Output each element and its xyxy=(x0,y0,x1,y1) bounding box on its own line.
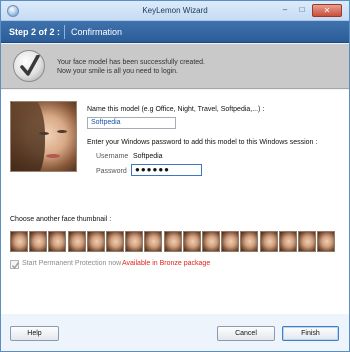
password-prompt: Enter your Windows password to add this … xyxy=(87,139,318,146)
button-bar: Help Cancel Finish xyxy=(1,314,349,351)
face-thumbnail[interactable] xyxy=(86,231,105,252)
step-number: Step 2 of 2 : xyxy=(9,27,61,37)
close-button[interactable]: ✕ xyxy=(312,4,342,17)
face-thumbnail[interactable] xyxy=(182,231,201,252)
success-banner: Your face model has been successfully cr… xyxy=(1,44,349,89)
face-thumbnail[interactable] xyxy=(278,231,297,252)
permanent-protection-checkbox[interactable] xyxy=(10,260,20,270)
permanent-protection-label: Start Permanent Protection now xyxy=(22,260,122,267)
face-thumbnail[interactable] xyxy=(240,231,259,252)
model-name-input[interactable]: Softpedia xyxy=(87,117,176,129)
banner-message-line1: Your face model has been successfully cr… xyxy=(57,59,205,66)
wizard-window: KeyLemon Wizard – □ ✕ Step 2 of 2 : Conf… xyxy=(0,0,350,352)
face-thumbnail[interactable] xyxy=(144,231,163,252)
face-thumbnail[interactable] xyxy=(106,231,124,252)
minimize-button[interactable]: – xyxy=(277,4,293,17)
step-header: Step 2 of 2 : Confirmation xyxy=(1,21,349,43)
password-input[interactable]: ●●●●●● xyxy=(131,164,202,176)
finish-button[interactable]: Finish xyxy=(282,326,339,341)
step-divider xyxy=(64,25,65,39)
face-thumbnail[interactable] xyxy=(259,231,278,252)
cancel-button[interactable]: Cancel xyxy=(217,326,275,341)
step-title: Confirmation xyxy=(71,27,123,37)
face-thumbnail[interactable] xyxy=(163,231,182,252)
checkmark-icon xyxy=(13,50,45,82)
face-thumbnail[interactable] xyxy=(221,231,240,252)
thumbnail-label: Choose another face thumbnail : xyxy=(10,216,112,223)
bronze-package-note: Available in Bronze package xyxy=(122,260,211,267)
face-thumbnail[interactable] xyxy=(29,231,48,252)
face-thumbnail[interactable] xyxy=(298,231,316,252)
face-thumbnail[interactable] xyxy=(48,231,67,252)
model-name-label: Name this model (e.g Office, Night, Trav… xyxy=(87,106,265,113)
username-label: Username xyxy=(96,153,129,160)
title-bar[interactable]: KeyLemon Wizard – □ ✕ xyxy=(1,1,349,21)
face-thumbnail[interactable] xyxy=(125,231,144,252)
wizard-content: Name this model (e.g Office, Night, Trav… xyxy=(1,90,349,314)
face-thumbnail[interactable] xyxy=(202,231,220,252)
maximize-button[interactable]: □ xyxy=(294,4,310,17)
help-button[interactable]: Help xyxy=(10,326,59,341)
password-label: Password xyxy=(96,168,127,175)
face-thumbnail[interactable] xyxy=(10,231,28,252)
banner-message-line2: Now your smile is all you need to login. xyxy=(57,68,179,75)
face-thumbnail[interactable] xyxy=(67,231,86,252)
face-model-photo xyxy=(10,101,77,172)
face-thumbnail[interactable] xyxy=(317,231,336,252)
username-value: Softpedia xyxy=(133,153,163,160)
